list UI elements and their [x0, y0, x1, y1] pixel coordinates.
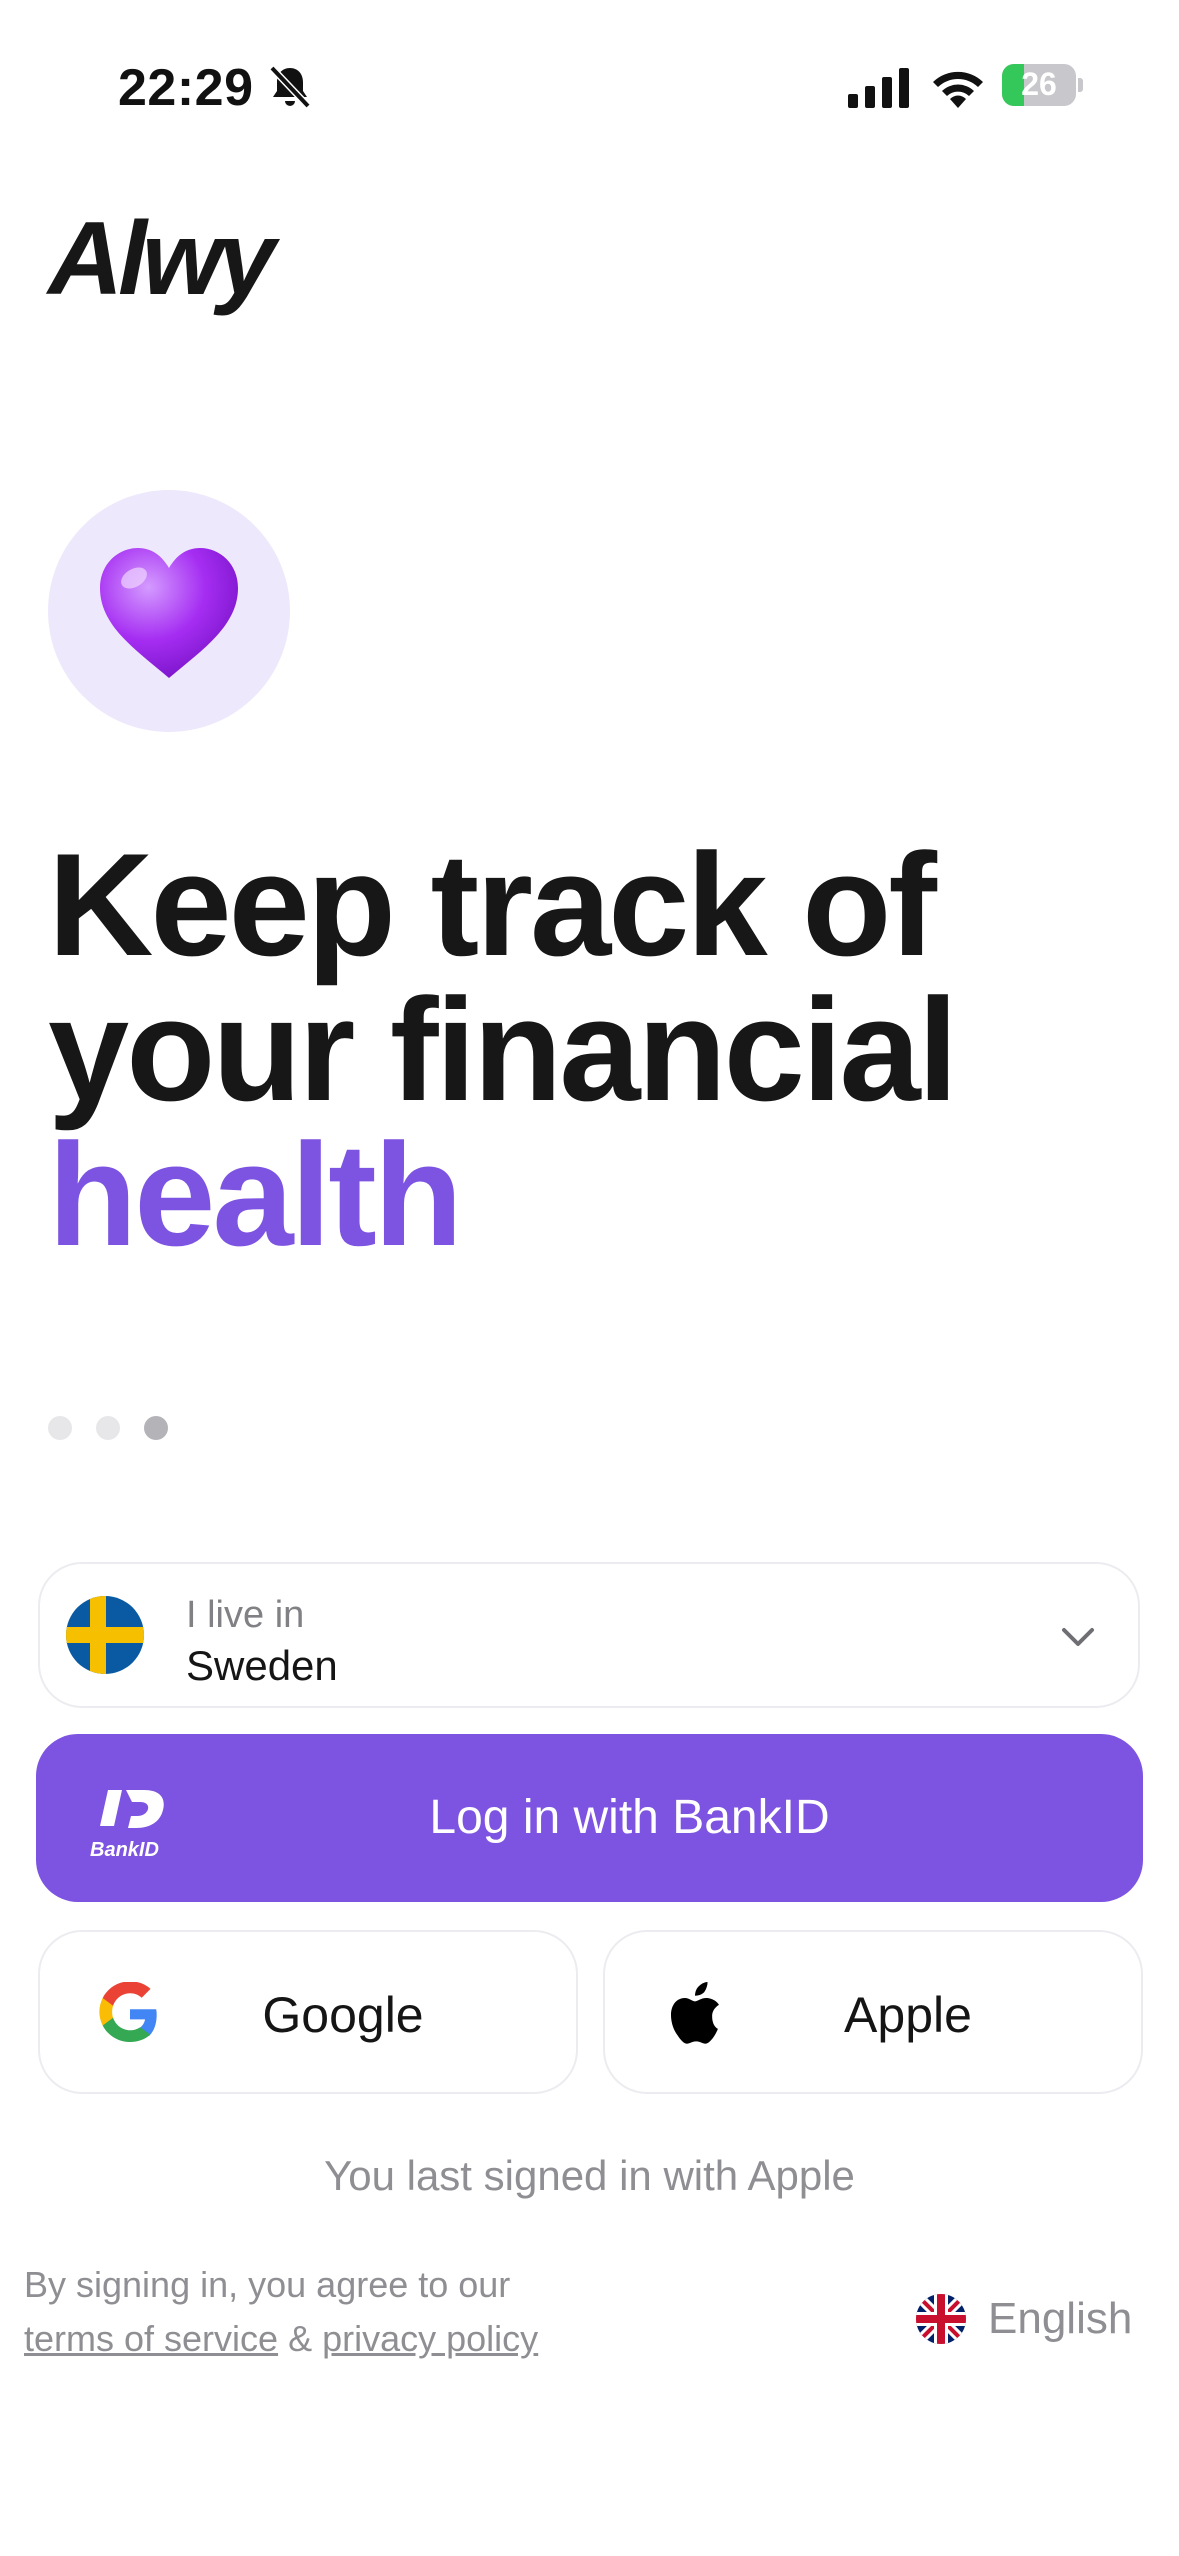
google-login-label: Google	[262, 1987, 424, 2043]
legal-prefix: By signing in, you agree to our	[24, 2264, 511, 2305]
country-selector-label: I live in	[186, 1594, 305, 1636]
pager-dot[interactable]	[48, 1416, 72, 1440]
hero-headline: Keep track of your financial health	[48, 823, 1148, 1276]
battery-indicator: 26	[1002, 64, 1084, 108]
uk-flag-icon	[916, 2294, 966, 2344]
country-selector-value: Sweden	[186, 1642, 338, 1689]
apple-login-label: Apple	[844, 1987, 972, 2043]
headline-line-1: Keep track of	[48, 823, 937, 986]
wifi-icon	[933, 71, 983, 108]
chevron-down-icon	[1062, 1628, 1094, 1646]
sweden-flag-icon	[66, 1596, 144, 1674]
privacy-policy-link[interactable]: privacy policy	[322, 2318, 538, 2359]
language-selector[interactable]: English	[916, 2294, 1132, 2344]
legal-separator: &	[288, 2318, 313, 2359]
brand-logo: Alwy	[48, 201, 276, 317]
headline-line-2: your financial	[48, 968, 958, 1131]
bankid-login-button[interactable]: BankID Log in with BankID	[36, 1734, 1143, 1902]
bankid-login-label: Log in with BankID	[429, 1791, 830, 1844]
country-selector[interactable]: I live in Sweden	[38, 1562, 1140, 1708]
bell-slash-icon	[269, 65, 311, 109]
language-label: English	[988, 2294, 1133, 2343]
hero-icon-badge	[48, 490, 290, 732]
pager-dots	[48, 1416, 168, 1440]
last-signed-in-hint: You last signed in with Apple	[324, 2152, 855, 2199]
google-login-button[interactable]: Google	[38, 1930, 578, 2094]
apple-login-button[interactable]: Apple	[603, 1930, 1143, 2094]
headline-accent: health	[48, 1113, 463, 1276]
battery-level: 26	[1021, 66, 1057, 102]
legal-notice: By signing in, you agree to our terms of…	[24, 2258, 538, 2366]
terms-of-service-link[interactable]: terms of service	[24, 2318, 278, 2359]
cellular-signal-icon	[848, 68, 909, 108]
pager-dot-active[interactable]	[144, 1416, 168, 1440]
purple-heart-icon	[100, 548, 238, 678]
pager-dot[interactable]	[96, 1416, 120, 1440]
status-time: 22:29	[118, 59, 254, 117]
